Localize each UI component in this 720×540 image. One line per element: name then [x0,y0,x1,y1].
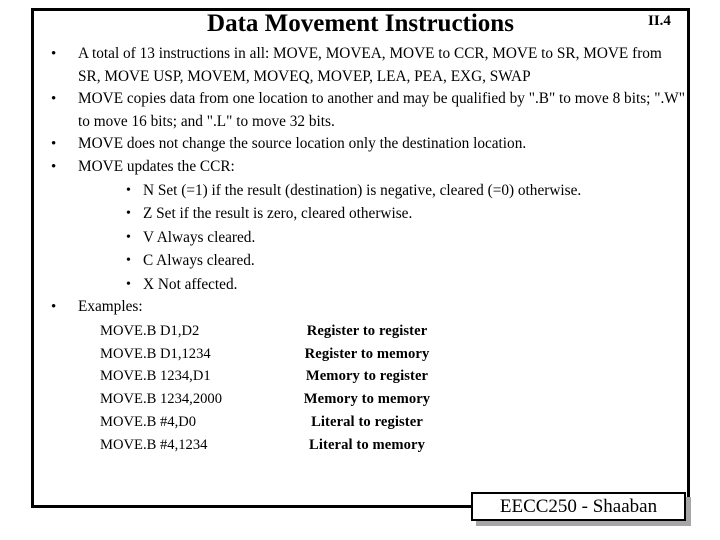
list-item-sub: • V Always cleared. [38,226,686,250]
slide-number: II.4 [648,13,671,29]
badge-plate: EECC250 - Shaaban [471,492,686,521]
bullet-icon: • [51,91,57,108]
examples-table: MOVE.B D1,D2 Register to register MOVE.B… [38,320,472,457]
example-instruction: MOVE.B D1,D2 [100,322,200,339]
example-description: Register to register [306,322,428,339]
example-description: Register to memory [304,345,430,362]
list-item: • MOVE updates the CCR: [38,156,686,179]
footer-badge: EECC250 - Shaaban [471,492,691,526]
ccr-flag-text: C Always cleared. [143,252,255,270]
example-instruction: MOVE.B #4,1234 [100,437,208,454]
bullet-icon: • [126,253,131,269]
list-item-sub: • Z Set if the result is zero, cleared o… [38,202,686,226]
ccr-flag-text: V Always cleared. [143,228,256,246]
bullet-icon: • [126,182,131,198]
example-instruction: MOVE.B D1,1234 [100,345,211,362]
badge-label: EECC250 - Shaaban [499,495,658,517]
example-description: Literal to memory [309,437,425,454]
table-row: MOVE.B D1,1234 Register to memory [38,343,472,366]
example-instruction: MOVE.B #4,D0 [100,414,197,431]
ccr-flag-text: N Set (=1) if the result (destination) i… [143,181,582,199]
bullet-icon: • [51,46,57,62]
bullet-icon: • [51,299,57,316]
bullet-text: MOVE updates the CCR: [78,157,235,175]
list-item: • MOVE does not change the source locati… [38,133,686,156]
list-item: • A total of 13 instructions in all: MOV… [38,43,686,88]
bullet-icon: • [51,136,57,153]
bullet-icon: • [126,276,131,292]
bullet-text: MOVE copies data from one location to an… [78,90,685,130]
example-description: Literal to register [311,414,423,431]
bullet-text: MOVE does not change the source location… [78,135,527,153]
example-description: Memory to register [305,368,429,385]
list-item: • MOVE copies data from one location to … [38,88,686,133]
list-item-sub: • N Set (=1) if the result (destination)… [38,179,686,203]
bullet-text: A total of 13 instructions in all: MOVE,… [78,45,662,85]
example-instruction: MOVE.B 1234,2000 [100,391,223,408]
bullet-icon: • [51,158,57,175]
list-item-sub: • C Always cleared. [38,249,686,273]
table-row: MOVE.B D1,D2 Register to register [38,320,472,343]
examples-heading: Examples: [78,298,143,316]
slide-content: • A total of 13 instructions in all: MOV… [38,43,686,457]
ccr-flag-text: X Not affected. [143,275,238,293]
list-item: • Examples: [38,296,686,319]
ccr-flag-text: Z Set if the result is zero, cleared oth… [143,205,413,223]
example-instruction: MOVE.B 1234,D1 [100,368,211,385]
table-row: MOVE.B #4,1234 Literal to memory [38,434,472,457]
example-description: Memory to memory [303,391,431,408]
bullet-icon: • [126,229,131,245]
bullet-icon: • [126,206,131,222]
table-row: MOVE.B 1234,2000 Memory to memory [38,388,472,411]
list-item-sub: • X Not affected. [38,273,686,297]
table-row: MOVE.B #4,D0 Literal to register [38,411,472,434]
page-title: Data Movement Instructions [207,10,514,37]
table-row: MOVE.B 1234,D1 Memory to register [38,365,472,388]
